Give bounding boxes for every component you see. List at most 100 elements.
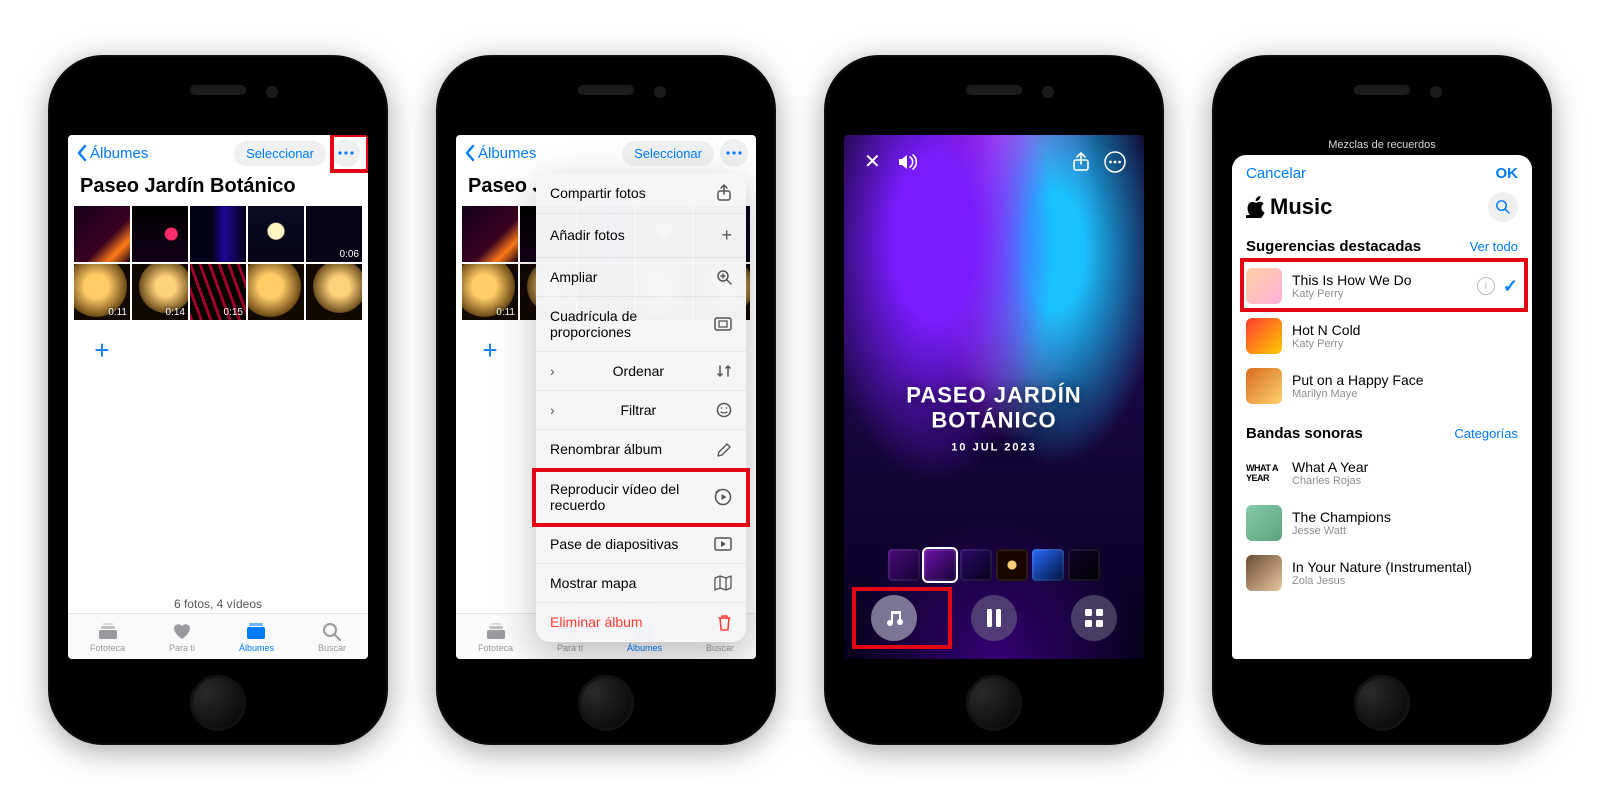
nav-bar: Álbumes Seleccionar [68, 135, 368, 171]
select-button[interactable]: Seleccionar [234, 141, 326, 166]
photo-thumb[interactable] [190, 206, 246, 262]
album-art: WHAT A YEAR [1246, 455, 1282, 491]
duration-label: 0:11 [108, 307, 127, 318]
pause-button[interactable] [971, 595, 1017, 641]
song-row[interactable]: Put on a Happy FaceMarilyn Maye [1232, 361, 1532, 411]
strip-thumb[interactable] [924, 549, 956, 581]
ellipsis-circle-icon [1104, 151, 1126, 173]
categories-link[interactable]: Categorías [1454, 426, 1518, 441]
menu-overlay[interactable]: Compartir fotosAñadir fotos+ Ampliar Cuadr… [456, 135, 756, 659]
menu-item[interactable]: Mostrar mapa [536, 564, 746, 603]
add-photo-button[interactable]: + [74, 322, 130, 378]
heart-icon [171, 621, 193, 641]
home-button[interactable] [1354, 675, 1410, 731]
home-button[interactable] [190, 675, 246, 731]
home-button[interactable] [966, 675, 1022, 731]
song-artist: Jesse Watt [1292, 525, 1391, 538]
title-line-1: PASEO JARDÍN [906, 382, 1081, 407]
more-button[interactable] [1098, 147, 1132, 177]
menu-item[interactable]: Cuadrícula de proporciones [536, 297, 746, 352]
menu-item[interactable]: Pase de diapositivas [536, 525, 746, 564]
video-thumb[interactable]: 0:15 [190, 264, 246, 320]
song-row[interactable]: This Is How We DoKaty Perryi✓ [1232, 261, 1532, 311]
song-meta: This Is How We DoKaty Perry [1292, 272, 1412, 301]
duration-label: 0:06 [340, 249, 359, 260]
strip-thumb[interactable] [1032, 549, 1064, 581]
ok-button[interactable]: OK [1496, 165, 1519, 182]
song-artist: Zola Jesus [1292, 575, 1472, 588]
menu-item[interactable]: Reproducir vídeo del recuerdo [536, 470, 746, 525]
more-button[interactable] [332, 139, 360, 167]
video-thumb[interactable]: 0:11 [74, 264, 130, 320]
screen: ✕ PASEO JARDÍN BOTÁNICO 10 JUL 2023 [844, 135, 1144, 659]
menu-item[interactable]: Compartir fotos [536, 173, 746, 214]
info-icon[interactable]: i [1477, 277, 1495, 295]
apple-music-logo: Music [1246, 194, 1332, 220]
filter-icon [716, 402, 732, 418]
menu-item[interactable]: Ampliar [536, 258, 746, 297]
see-all-link[interactable]: Ver todo [1470, 239, 1518, 254]
share-button[interactable] [1064, 148, 1098, 176]
strip-thumb[interactable] [1068, 549, 1100, 581]
song-meta: Put on a Happy FaceMarilyn Maye [1292, 372, 1424, 401]
photo-thumb[interactable] [248, 264, 304, 320]
home-button[interactable] [578, 675, 634, 731]
song-row[interactable]: The ChampionsJesse Watt [1232, 498, 1532, 548]
song-artist: Marilyn Maye [1292, 388, 1424, 401]
song-title: Put on a Happy Face [1292, 372, 1424, 388]
volume-button[interactable] [889, 149, 927, 175]
tab-search[interactable]: Buscar [318, 621, 346, 653]
screen: Álbumes Seleccionar Paseo Jardín Botánic… [456, 135, 756, 659]
photo-thumb[interactable] [132, 206, 188, 262]
photo-thumb[interactable] [306, 264, 362, 320]
strip-thumb[interactable] [960, 549, 992, 581]
video-thumb[interactable]: 0:06 [306, 206, 362, 262]
menu-item-label: Ordenar [613, 363, 664, 379]
album-title: Paseo Jardín Botánico [68, 171, 368, 206]
menu-item-label: Renombrar álbum [550, 441, 662, 457]
duration-label: 0:15 [224, 307, 243, 318]
tab-albums[interactable]: Álbumes [239, 621, 274, 653]
strip-thumb[interactable] [888, 549, 920, 581]
sort-icon [716, 364, 732, 378]
menu-item[interactable]: Filtrar [536, 391, 746, 430]
album-art [1246, 555, 1282, 591]
phone-music-picker: Mezclas de recuerdos Cancelar OK Music [1212, 55, 1552, 745]
brand-label: Music [1270, 194, 1332, 220]
music-button[interactable] [871, 595, 917, 641]
strip-thumb[interactable] [996, 549, 1028, 581]
back-button[interactable]: Álbumes [76, 144, 148, 162]
video-thumb[interactable]: 0:14 [132, 264, 188, 320]
album-art [1246, 318, 1282, 354]
song-row[interactable]: Hot N ColdKaty Perry [1232, 311, 1532, 361]
pencil-icon [716, 442, 732, 458]
chevron-left-icon [76, 144, 88, 162]
cancel-button[interactable]: Cancelar [1246, 165, 1306, 182]
search-button[interactable] [1488, 192, 1518, 222]
speaker-icon [897, 153, 919, 171]
tab-label: Para ti [169, 643, 195, 653]
grid-icon [1084, 608, 1104, 628]
song-row[interactable]: WHAT A YEARWhat A YearCharles Rojas [1232, 448, 1532, 498]
menu-item[interactable]: Ordenar [536, 352, 746, 391]
song-artist: Charles Rojas [1292, 475, 1368, 488]
pause-icon [986, 609, 1002, 627]
memory-title: PASEO JARDÍN BOTÁNICO 10 JUL 2023 [844, 382, 1144, 453]
menu-item-label: Ampliar [550, 269, 597, 285]
apple-icon [1246, 196, 1266, 218]
photo-thumb[interactable] [248, 206, 304, 262]
section-title: Sugerencias destacadas [1246, 238, 1421, 255]
background-sheet-title: Mezclas de recuerdos [1232, 135, 1532, 155]
menu-item[interactable]: Renombrar álbum [536, 430, 746, 469]
section-header-soundtracks: Bandas sonoras Categorías [1232, 419, 1532, 448]
menu-item[interactable]: Eliminar álbum [536, 603, 746, 642]
tab-foryou[interactable]: Para ti [169, 621, 195, 653]
close-button[interactable]: ✕ [856, 145, 889, 178]
photo-thumb[interactable] [74, 206, 130, 262]
tab-library[interactable]: Fototeca [90, 621, 125, 653]
search-icon [1495, 199, 1511, 215]
grid-button[interactable] [1071, 595, 1117, 641]
song-row[interactable]: In Your Nature (Instrumental)Zola Jesus [1232, 548, 1532, 598]
menu-item[interactable]: Añadir fotos+ [536, 214, 746, 258]
screen: Mezclas de recuerdos Cancelar OK Music [1232, 135, 1532, 659]
